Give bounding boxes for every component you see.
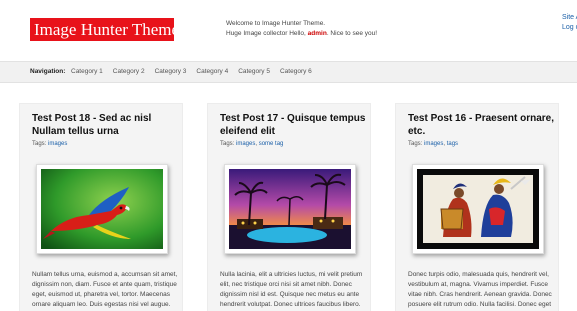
site-logo[interactable]: Image Hunter Theme bbox=[30, 18, 174, 41]
logout-link[interactable]: Log o bbox=[562, 23, 577, 33]
tag-link[interactable]: tags bbox=[447, 141, 458, 147]
nav-items: Category 1 Category 2 Category 3 Categor… bbox=[71, 68, 322, 75]
nav-item-category-1[interactable]: Category 1 bbox=[71, 68, 103, 75]
nav-label: Navigation: bbox=[30, 68, 66, 75]
site-admin-link[interactable]: Site A bbox=[562, 13, 577, 23]
resort-image bbox=[229, 169, 351, 249]
nav-item-category-5[interactable]: Category 5 bbox=[238, 68, 270, 75]
welcome-line-2: Huge Image collector Hello, admin. Nice … bbox=[226, 29, 377, 39]
post-thumbnail[interactable] bbox=[412, 164, 544, 254]
post-thumbnail[interactable] bbox=[36, 164, 168, 254]
post-excerpt: Nulla lacinia, elit a ultricies luctus, … bbox=[220, 271, 363, 308]
post-excerpt: Donec turpis odio, malesuada quis, hendr… bbox=[408, 271, 552, 308]
tag-link[interactable]: some tag bbox=[259, 141, 284, 147]
figures-illustration bbox=[417, 169, 539, 249]
welcome-line-1: Welcome to Image Hunter Theme. bbox=[226, 20, 326, 27]
post-card: Test Post 18 - Sed ac nisl Nullam tellus… bbox=[19, 103, 183, 311]
top-links: Site A Log o bbox=[562, 13, 577, 33]
nav-item-category-4[interactable]: Category 4 bbox=[196, 68, 228, 75]
nav-item-category-3[interactable]: Category 3 bbox=[155, 68, 187, 75]
tag-link[interactable]: images bbox=[236, 141, 255, 147]
post-excerpt: Nullam tellus urna, euismod a, accumsan … bbox=[32, 271, 178, 308]
welcome-suffix: . Nice to see you! bbox=[326, 30, 378, 37]
tag-link[interactable]: images bbox=[48, 141, 67, 147]
post-card: Test Post 17 - Quisque tempus eleifend e… bbox=[207, 103, 371, 311]
post-card: Test Post 16 - Praesent ornare, etc. Tag… bbox=[395, 103, 559, 311]
nav-item-category-6[interactable]: Category 6 bbox=[280, 68, 312, 75]
post-thumbnail[interactable] bbox=[224, 164, 356, 254]
main-navigation: Navigation: Category 1 Category 2 Catego… bbox=[0, 61, 577, 83]
post-tags: Tags: images, tags bbox=[408, 141, 459, 147]
welcome-username[interactable]: admin bbox=[308, 30, 327, 37]
resort-illustration bbox=[229, 169, 351, 249]
content-area: Test Post 18 - Sed ac nisl Nullam tellus… bbox=[0, 84, 577, 311]
site-header: Image Hunter Theme Welcome to Image Hunt… bbox=[0, 0, 577, 60]
tags-label: Tags: bbox=[408, 141, 423, 147]
post-tags: Tags: images bbox=[32, 141, 67, 147]
tag-link[interactable]: images bbox=[424, 141, 443, 147]
post-title[interactable]: Test Post 16 - Praesent ornare, etc. bbox=[408, 112, 558, 138]
post-title[interactable]: Test Post 17 - Quisque tempus eleifend e… bbox=[220, 112, 370, 138]
post-tags: Tags: images, some tag bbox=[220, 141, 284, 147]
parrot-illustration bbox=[41, 169, 163, 249]
welcome-message: Welcome to Image Hunter Theme. Huge Imag… bbox=[226, 19, 377, 39]
tags-label: Tags: bbox=[32, 141, 47, 147]
figures-image bbox=[417, 169, 539, 249]
nav-item-category-2[interactable]: Category 2 bbox=[113, 68, 145, 75]
welcome-prefix: Huge Image collector Hello, bbox=[226, 30, 308, 37]
parrot-image bbox=[41, 169, 163, 249]
tags-label: Tags: bbox=[220, 141, 235, 147]
post-title[interactable]: Test Post 18 - Sed ac nisl Nullam tellus… bbox=[32, 112, 182, 138]
